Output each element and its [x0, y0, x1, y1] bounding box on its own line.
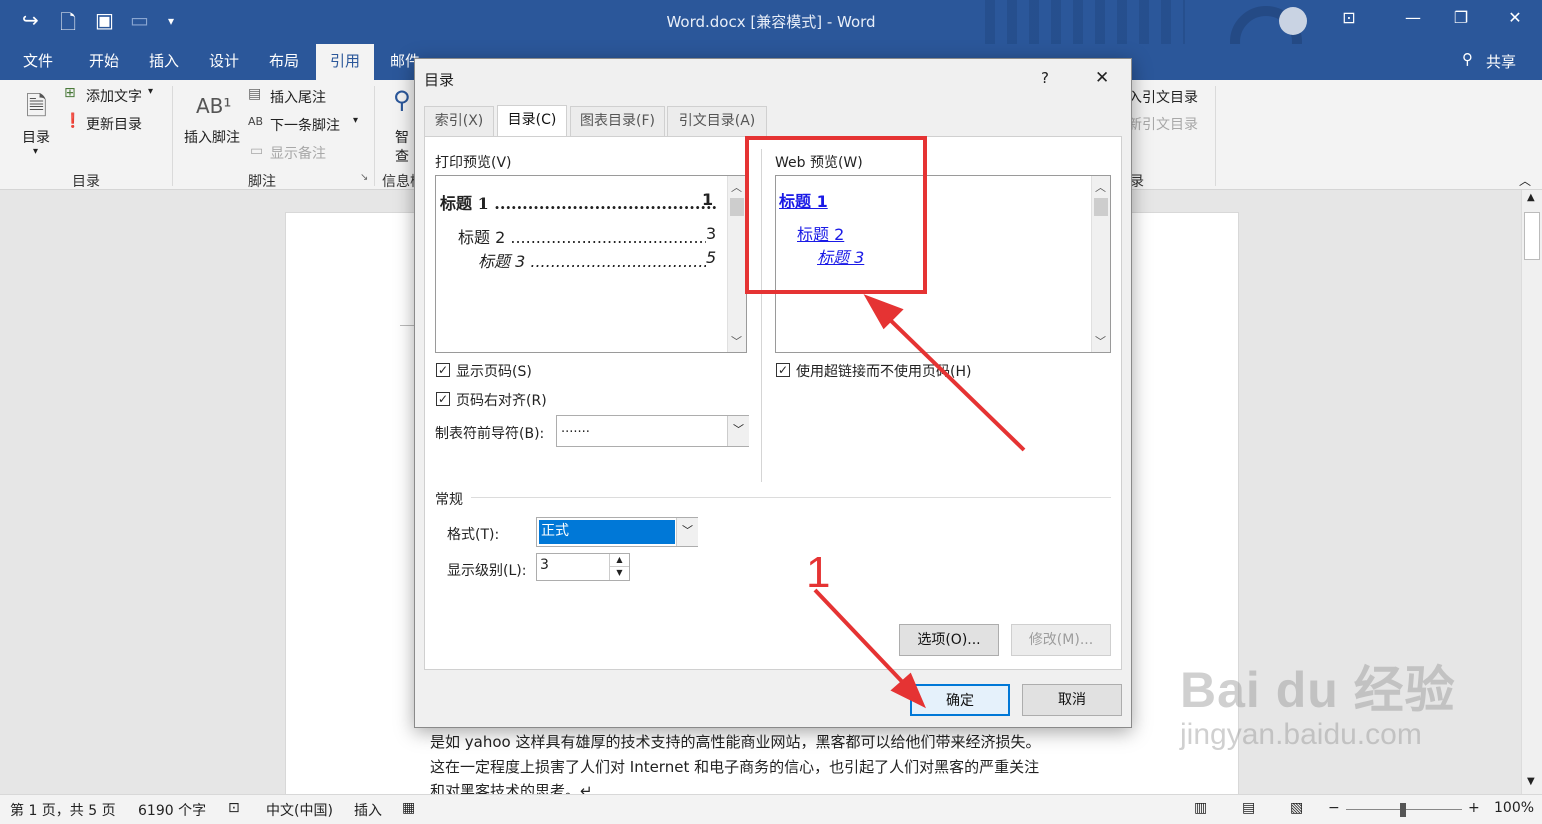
step-number: 1 — [806, 548, 831, 597]
watermark-url: jingyan.baidu.com — [1180, 718, 1422, 751]
watermark: Bai du 经验 jingyan.baidu.com — [1180, 650, 1456, 752]
arrow-head-web-preview — [863, 294, 904, 330]
arrow-to-ok-button — [813, 588, 912, 692]
arrow-to-web-preview — [880, 310, 1026, 452]
watermark-brand: Bai du 经验 — [1180, 662, 1456, 718]
